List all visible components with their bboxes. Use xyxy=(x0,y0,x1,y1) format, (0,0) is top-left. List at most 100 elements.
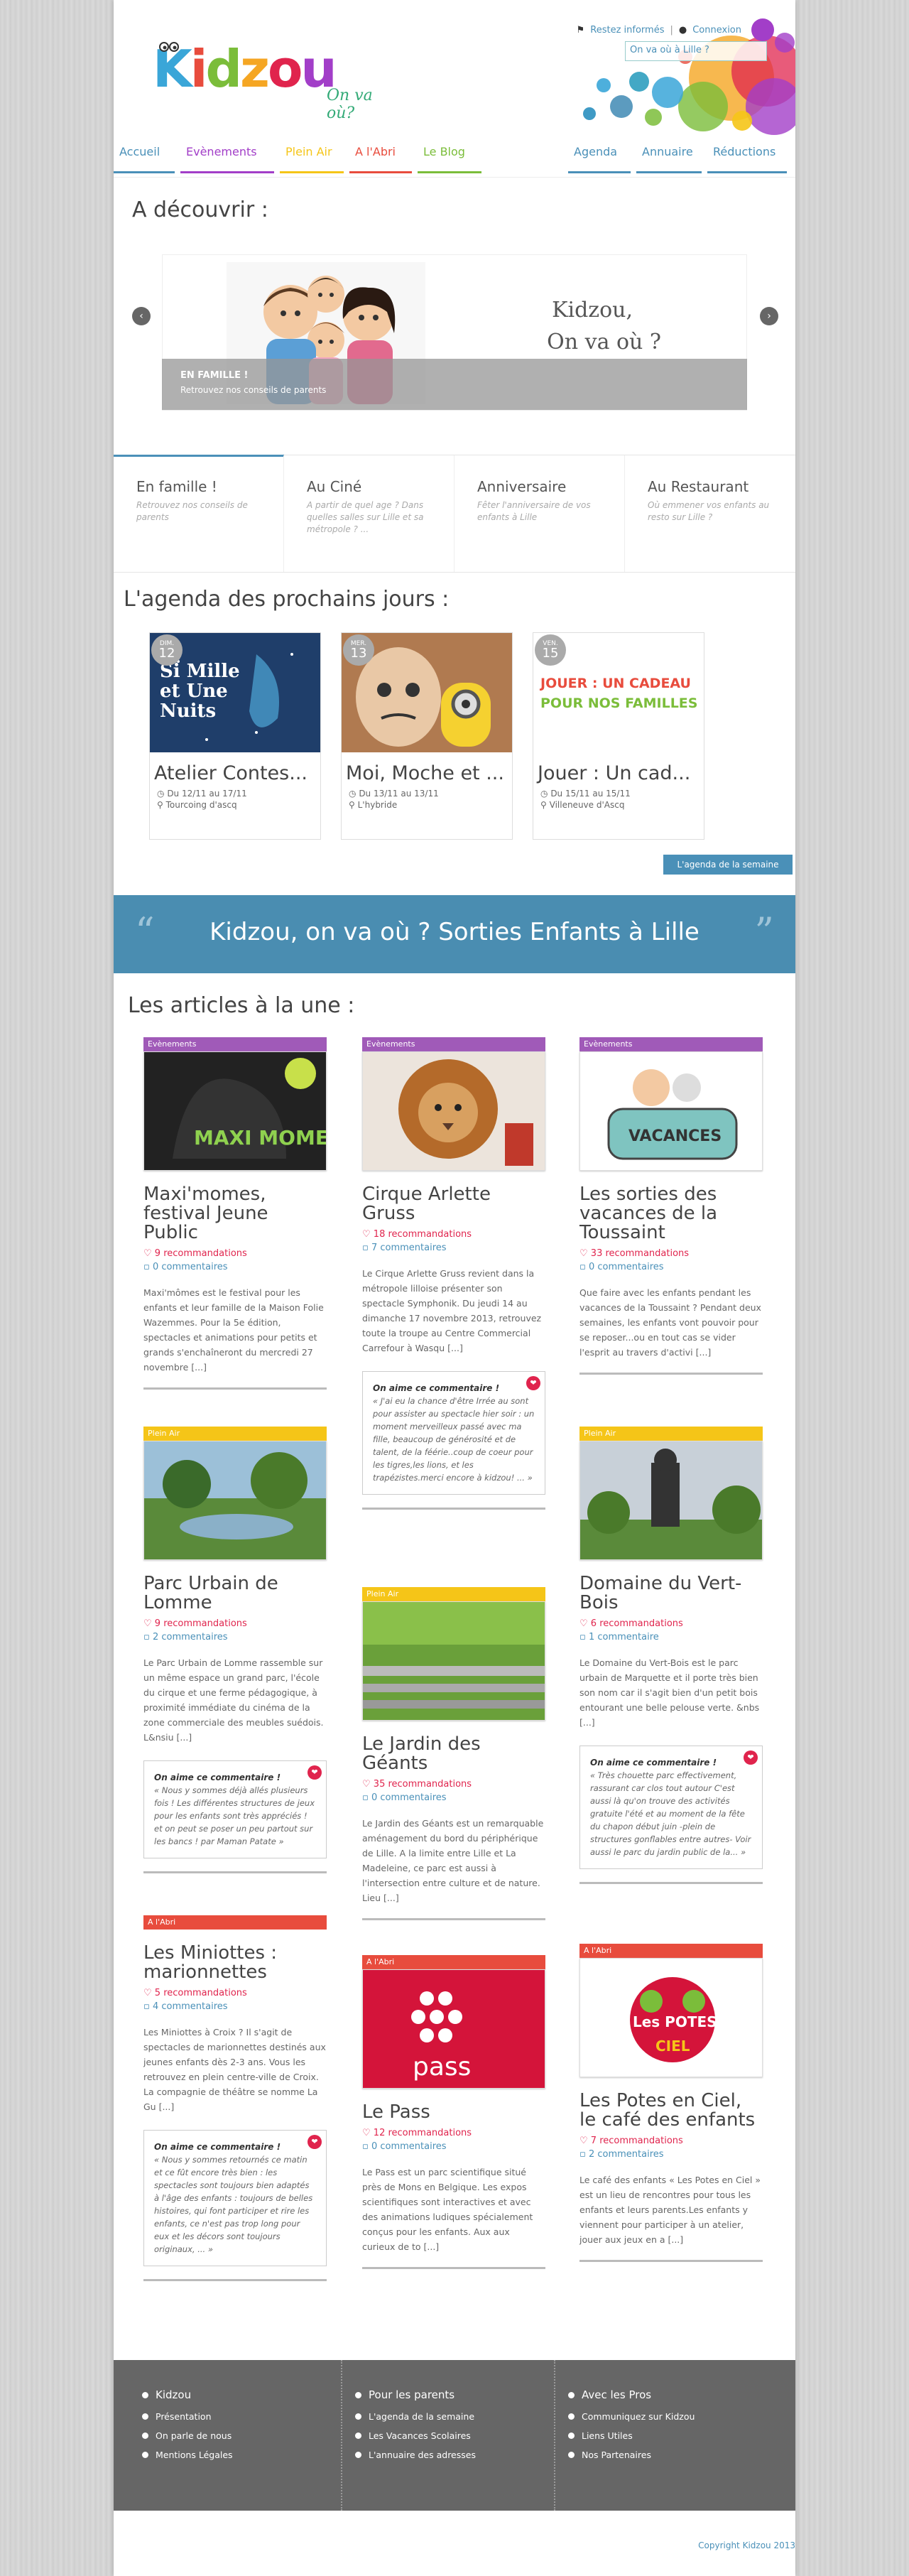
footer-link[interactable]: L'annuaire des adresses xyxy=(355,2450,568,2460)
article-category[interactable]: Evènements xyxy=(143,1037,327,1051)
article-category[interactable]: A l'Abri xyxy=(362,1955,545,1969)
article-image[interactable] xyxy=(579,1441,763,1560)
account-avatar[interactable] xyxy=(751,18,774,41)
tab-en-famille[interactable]: En famille ! Retrouvez nos conseils de p… xyxy=(114,455,284,572)
recommendations[interactable]: ♡ 18 recommandations xyxy=(362,1229,545,1240)
com-text: 0 commentaires xyxy=(371,1792,447,1803)
tab-anniversaire[interactable]: Anniversaire Fêter l'anniversaire de vos… xyxy=(454,455,625,572)
footer-link-text: Nos Partenaires xyxy=(582,2450,651,2460)
footer-link[interactable]: Présentation xyxy=(142,2411,355,2422)
footer-link[interactable]: L'agenda de la semaine xyxy=(355,2411,568,2422)
article-category[interactable]: A l'Abri xyxy=(579,1944,763,1958)
nav-a-l-abri[interactable]: A l'Abri xyxy=(349,142,412,173)
comments-link[interactable]: ▫ 0 commentaires xyxy=(579,1262,763,1272)
footer-link-text: Présentation xyxy=(156,2411,212,2422)
recommendations[interactable]: ♡ 12 recommandations xyxy=(362,2128,545,2138)
article-card[interactable]: Evènements Cirque Arlette Gruss ♡ 18 rec… xyxy=(362,1037,545,1510)
nav-evenements[interactable]: Evènements xyxy=(180,142,274,173)
article-card[interactable]: Plein Air Domaine du Vert-Bois ♡ 6 recom… xyxy=(579,1427,763,1884)
article-category[interactable]: Plein Air xyxy=(579,1427,763,1441)
article-image[interactable] xyxy=(362,1601,545,1721)
comments-link[interactable]: ▫ 0 commentaires xyxy=(362,1792,545,1803)
slider-next-button[interactable]: › xyxy=(760,307,778,325)
article-title[interactable]: Le Pass xyxy=(362,2103,545,2122)
article-title[interactable]: Les Miniottes : marionnettes xyxy=(143,1944,327,1982)
comments-link[interactable]: ▫ 4 commentaires xyxy=(143,2001,327,2012)
dates-text: Du 12/11 au 17/11 xyxy=(167,789,247,799)
article-title[interactable]: Parc Urbain de Lomme xyxy=(143,1574,327,1613)
recommendations[interactable]: ♡ 6 recommandations xyxy=(579,1618,763,1629)
comments-link[interactable]: ▫ 7 commentaires xyxy=(362,1243,545,1253)
article-card[interactable]: Plein Air Le Jardin des Géants ♡ 35 reco… xyxy=(362,1587,545,1920)
article-card[interactable]: Evènements MAXI MOMES Maxi'momes, festiv… xyxy=(143,1037,327,1390)
week-agenda-button[interactable]: L'agenda de la semaine xyxy=(663,855,793,875)
copyright-text[interactable]: Copyright Kidzou 2013 xyxy=(698,2540,795,2550)
comments-link[interactable]: ▫ 2 commentaires xyxy=(579,2149,763,2160)
article-title[interactable]: Le Jardin des Géants xyxy=(362,1735,545,1773)
footer-link[interactable]: Nos Partenaires xyxy=(568,2450,781,2460)
footer-link[interactable]: Les Vacances Scolaires xyxy=(355,2430,568,2441)
footer-heading[interactable]: Avec les Pros xyxy=(568,2388,781,2401)
clock-icon: ◷ xyxy=(349,789,356,799)
article-image[interactable]: pass xyxy=(362,1969,545,2089)
article-category[interactable]: A l'Abri xyxy=(143,1915,327,1930)
nav-reductions[interactable]: Réductions xyxy=(707,142,787,173)
footer-link-text: Communiquez sur Kidzou xyxy=(582,2411,695,2422)
article-image[interactable]: VACANCES xyxy=(579,1051,763,1171)
site-logo[interactable]: Kidzou On va où? xyxy=(153,37,387,122)
search-input[interactable]: On va où à Lille ? xyxy=(625,41,767,61)
recommendations[interactable]: ♡ 9 recommandations xyxy=(143,1248,327,1259)
article-title[interactable]: Maxi'momes, festival Jeune Public xyxy=(143,1185,327,1243)
stay-informed-link[interactable]: Restez informés xyxy=(590,25,664,36)
comments-link[interactable]: ▫ 0 commentaires xyxy=(143,1262,327,1272)
footer-link[interactable]: On parle de nous xyxy=(142,2430,355,2441)
slide-caption[interactable]: EN FAMILLE ! Retrouvez nos conseils de p… xyxy=(162,359,747,410)
agenda-card[interactable]: Si Mille et Une Nuits DIM. 12 Atelier Con… xyxy=(149,632,321,840)
tab-au-cine[interactable]: Au Ciné A partir de quel age ? Dans quel… xyxy=(284,455,454,572)
comments-link[interactable]: ▫ 2 commentaires xyxy=(143,1632,327,1643)
comments-link[interactable]: ▫ 1 commentaire xyxy=(579,1632,763,1643)
nav-agenda[interactable]: Agenda xyxy=(568,142,631,173)
agenda-card[interactable]: JOUER : UN CADEAU POUR NOS FAMILLES VEN.… xyxy=(533,632,704,840)
nav-plein-air[interactable]: Plein Air xyxy=(280,142,344,173)
article-category[interactable]: Plein Air xyxy=(143,1427,327,1441)
article-title[interactable]: Domaine du Vert-Bois xyxy=(579,1574,763,1613)
footer-link[interactable]: Communiquez sur Kidzou xyxy=(568,2411,781,2422)
article-image[interactable] xyxy=(143,1441,327,1560)
footer-heading[interactable]: Kidzou xyxy=(142,2388,355,2401)
article-category[interactable]: Plein Air xyxy=(362,1587,545,1601)
article-image[interactable] xyxy=(362,1051,545,1171)
article-title[interactable]: Cirque Arlette Gruss xyxy=(362,1185,545,1223)
agenda-heading: L'agenda des prochains jours : xyxy=(124,587,450,612)
article-card[interactable]: A l'Abri pass Le Pass ♡ 12 recommandatio… xyxy=(362,1955,545,2269)
tab-au-restaurant[interactable]: Au Restaurant Où emmener vos enfants au … xyxy=(625,455,795,572)
article-image[interactable]: Les POTES CIEL xyxy=(579,1958,763,2077)
recommendations[interactable]: ♡ 9 recommandations xyxy=(143,1618,327,1629)
article-title[interactable]: Les Potes en Ciel, le café des enfants xyxy=(579,2091,763,2130)
agenda-card-image-text-2: POUR NOS FAMILLES xyxy=(540,696,698,711)
footer-heading[interactable]: Pour les parents xyxy=(355,2388,568,2401)
article-category[interactable]: Evènements xyxy=(362,1037,545,1051)
article-title[interactable]: Les sorties des vacances de la Toussaint xyxy=(579,1185,763,1243)
comments-link[interactable]: ▫ 0 commentaires xyxy=(362,2141,545,2152)
article-card[interactable]: Evènements VACANCES Les sorties des vaca… xyxy=(579,1037,763,1375)
nav-annuaire[interactable]: Annuaire xyxy=(636,142,702,173)
recommendations[interactable]: ♡ 7 recommandations xyxy=(579,2136,763,2146)
agenda-card[interactable]: MER. 13 Moi, Moche et ... ◷ Du 13/11 au 1… xyxy=(341,632,513,840)
slider-prev-button[interactable]: ‹ xyxy=(132,307,151,325)
recommendations[interactable]: ♡ 33 recommandations xyxy=(579,1248,763,1259)
footer-link[interactable]: Mentions Légales xyxy=(142,2450,355,2460)
nav-le-blog[interactable]: Le Blog xyxy=(418,142,481,173)
recommendations[interactable]: ♡ 35 recommandations xyxy=(362,1779,545,1790)
article-card[interactable]: Plein Air Parc Urbain de Lomme ♡ 9 recom… xyxy=(143,1427,327,1873)
nav-accueil[interactable]: Accueil xyxy=(114,142,175,173)
article-category[interactable]: Evènements xyxy=(579,1037,763,1051)
article-card[interactable]: A l'Abri Les POTES CIEL Les Potes en Cie… xyxy=(579,1944,763,2262)
article-image[interactable]: MAXI MOMES xyxy=(143,1051,327,1171)
rec-text: 35 recommandations xyxy=(373,1779,472,1790)
bookmark-icon: ⚑ xyxy=(576,24,585,36)
footer-link[interactable]: Liens Utiles xyxy=(568,2430,781,2441)
article-card[interactable]: A l'Abri Les Miniottes : marionnettes ♡ … xyxy=(143,1915,327,2281)
login-link[interactable]: Connexion xyxy=(692,25,741,36)
recommendations[interactable]: ♡ 5 recommandations xyxy=(143,1988,327,1998)
